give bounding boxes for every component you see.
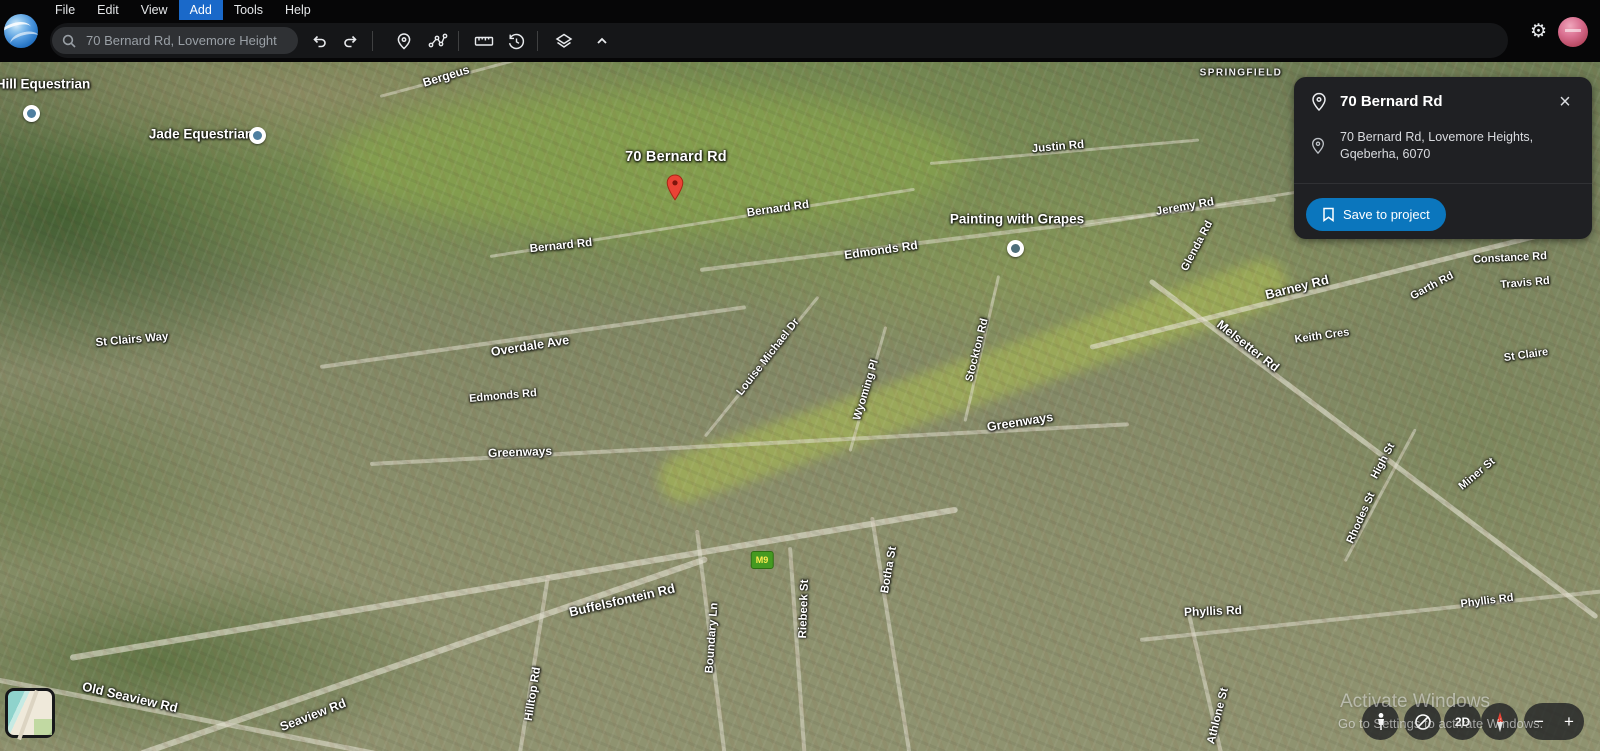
compass-needle-icon xyxy=(1491,711,1509,733)
road-line xyxy=(1148,279,1598,620)
google-earth-logo xyxy=(4,14,38,48)
zoom-controls: − + xyxy=(1524,703,1584,740)
menu-add[interactable]: Add xyxy=(179,0,223,20)
menu-view[interactable]: View xyxy=(130,0,179,20)
road-line xyxy=(930,138,1199,165)
address-line-1: 70 Bernard Rd, Lovemore Heights, xyxy=(1340,129,1570,146)
green-belt xyxy=(652,254,1293,509)
address-line-2: Gqeberha, 6070 xyxy=(1340,146,1570,163)
panel-divider xyxy=(1294,183,1592,184)
close-panel-button[interactable]: × xyxy=(1552,89,1578,115)
road-line xyxy=(139,556,708,751)
menu-edit[interactable]: Edit xyxy=(86,0,130,20)
settings-gear-icon[interactable]: ⚙ xyxy=(1524,19,1548,43)
road-line xyxy=(320,305,746,369)
road-line xyxy=(964,275,1001,422)
poi-marker-painting-with-grapes[interactable] xyxy=(1007,240,1024,257)
zoom-out-button[interactable]: − xyxy=(1530,712,1548,732)
road-line xyxy=(1186,610,1233,751)
road-line xyxy=(380,62,632,98)
road-line xyxy=(700,197,1276,272)
account-avatar[interactable] xyxy=(1558,17,1588,47)
menu-tools[interactable]: Tools xyxy=(223,0,274,20)
pegman-icon xyxy=(1373,712,1389,732)
bookmark-icon xyxy=(1322,207,1335,222)
road-line xyxy=(1344,428,1417,562)
road-line xyxy=(490,188,915,258)
road-line xyxy=(704,296,820,438)
place-pin-icon xyxy=(1310,92,1328,112)
poi-marker-hill-equestrian[interactable] xyxy=(23,105,40,122)
slashed-circle-icon xyxy=(1413,712,1433,732)
undo-button[interactable] xyxy=(306,28,332,54)
measure-ruler-button[interactable] xyxy=(471,28,497,54)
redo-button[interactable] xyxy=(338,28,364,54)
road-line xyxy=(1089,229,1556,350)
road-line xyxy=(518,575,550,751)
toolbar-divider xyxy=(537,31,538,51)
place-info-panel: 70 Bernard Rd × 70 Bernard Rd, Lovemore … xyxy=(1294,77,1592,239)
road-line xyxy=(788,547,807,751)
road-line xyxy=(870,517,913,751)
layers-button[interactable] xyxy=(551,28,577,54)
top-bar: FileEditViewAddToolsHelp xyxy=(0,0,1600,62)
slashed-circle-button[interactable] xyxy=(1404,703,1441,740)
search-input[interactable] xyxy=(84,32,284,49)
road-line xyxy=(0,676,413,751)
road-line xyxy=(370,422,1129,466)
placemark-button[interactable] xyxy=(391,28,417,54)
overview-map[interactable] xyxy=(5,688,55,738)
historical-imagery-button[interactable] xyxy=(503,28,529,54)
compass[interactable] xyxy=(1481,703,1518,740)
road-line xyxy=(695,530,728,751)
address-pin-icon xyxy=(1310,137,1326,155)
road-line xyxy=(849,326,888,452)
draw-path-button[interactable] xyxy=(425,28,451,54)
toggle-2d-button[interactable]: 2D xyxy=(1444,703,1481,740)
search-bar[interactable] xyxy=(52,27,298,54)
poi-marker-jade-equestrian[interactable] xyxy=(249,127,266,144)
search-icon xyxy=(62,34,76,48)
collapse-toolbar-chevron[interactable] xyxy=(589,28,615,54)
save-button-label: Save to project xyxy=(1343,207,1430,222)
menu-help[interactable]: Help xyxy=(274,0,322,20)
place-address: 70 Bernard Rd, Lovemore Heights, Gqeberh… xyxy=(1340,129,1570,163)
save-to-project-button[interactable]: Save to project xyxy=(1306,198,1446,231)
menu-bar: FileEditViewAddToolsHelp xyxy=(44,0,322,20)
zoom-in-button[interactable]: + xyxy=(1560,712,1578,732)
menu-file[interactable]: File xyxy=(44,0,86,20)
open-field xyxy=(330,92,970,232)
road-line xyxy=(70,506,959,660)
toolbar-divider xyxy=(372,31,373,51)
toolbar-divider xyxy=(458,31,459,51)
street-view-pegman-button[interactable] xyxy=(1362,703,1399,740)
place-title: 70 Bernard Rd xyxy=(1340,93,1443,110)
road-line xyxy=(1140,589,1600,642)
